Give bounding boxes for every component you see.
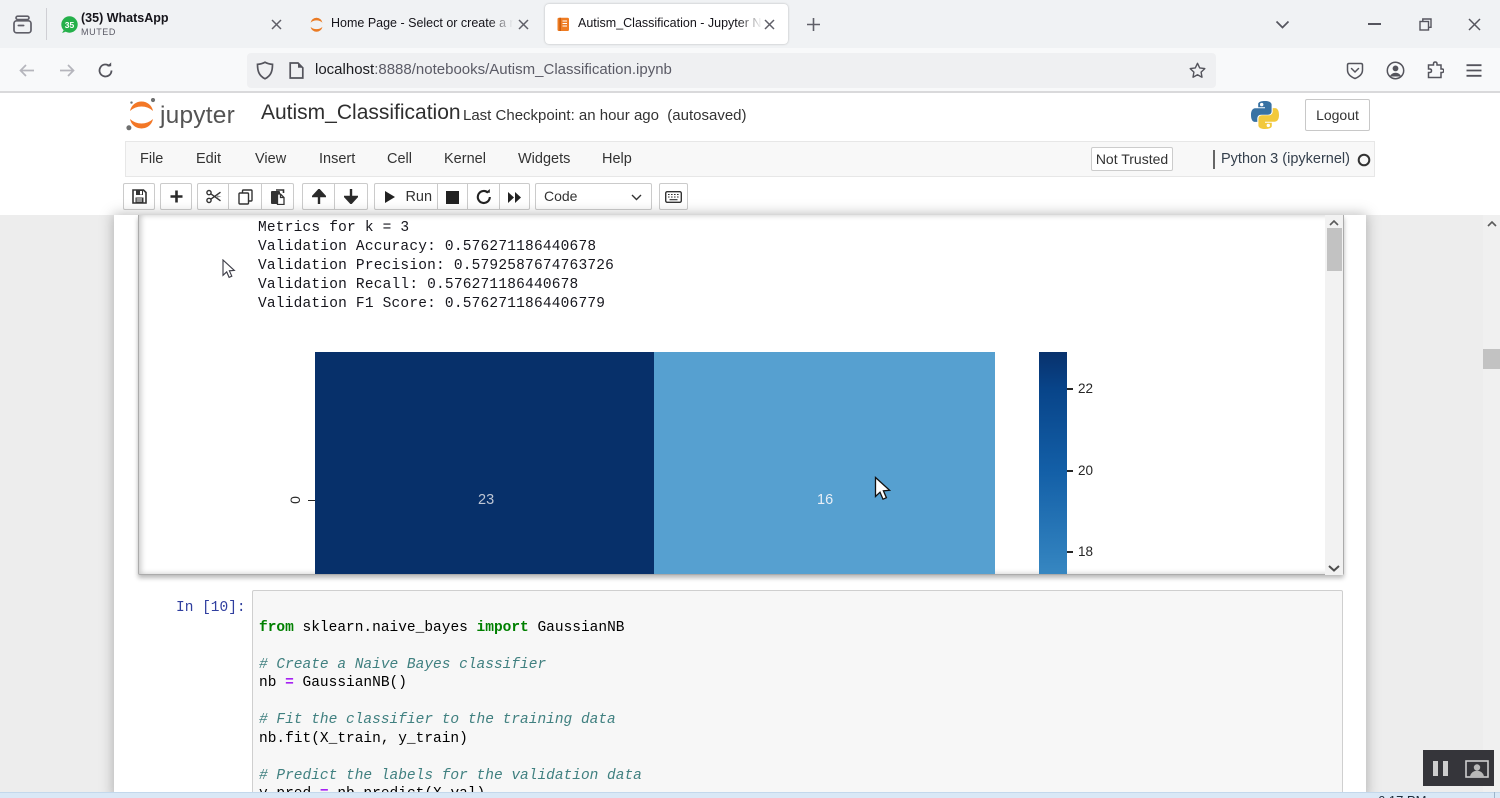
svg-text:35: 35 — [65, 20, 75, 30]
